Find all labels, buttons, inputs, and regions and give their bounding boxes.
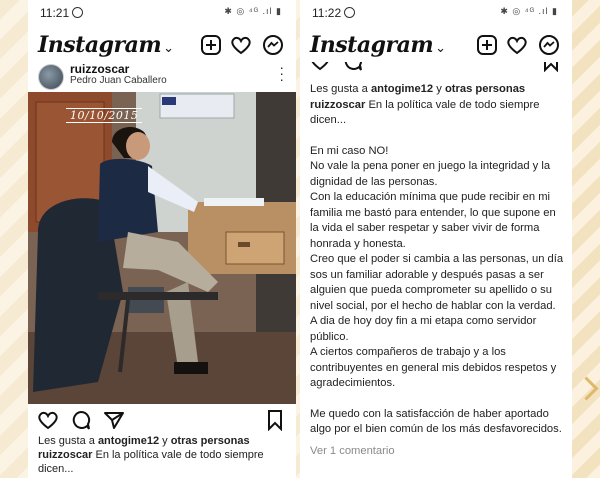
likes-line[interactable]: Les gusta a antogime12 y otras personas [38, 434, 288, 448]
bookmark-icon[interactable] [540, 62, 562, 72]
office-scene-illustration [28, 92, 296, 404]
bookmark-icon[interactable] [264, 409, 286, 431]
post-header: ruizzoscar Pedro Juan Caballero · · · [28, 60, 296, 92]
caption-expanded: Les gusta a antogime12 y otras personas … [310, 82, 564, 459]
slide-decoration [572, 0, 600, 478]
view-comments-link[interactable]: Ver 1 comentario [310, 444, 564, 460]
caption-intro: ruizzoscar En la política vale de todo s… [310, 98, 540, 127]
comment-icon[interactable] [342, 62, 364, 72]
status-time: 11:21 [40, 6, 84, 20]
caption-paragraph: Me quedo con la satisfacción de haber ap… [310, 407, 562, 436]
messenger-icon[interactable] [262, 34, 284, 56]
status-bar: 11:21 ✱ ◎ ⁴ᴳ .ıl ▮ [28, 0, 296, 24]
instagram-logo[interactable]: Instagram ⌄ [38, 32, 174, 58]
photo-date-stamp: 10/10/2015 [66, 108, 143, 123]
left-phone-screenshot: 11:21 ✱ ◎ ⁴ᴳ .ıl ▮ Instagram ⌄ ruizzoscar… [28, 0, 296, 478]
status-time: 11:22 [312, 6, 356, 20]
likes-and-caption: Les gusta a antogime12 y otras personas … [38, 434, 288, 476]
caption-paragraph: Creo que el poder si cambia a las person… [310, 253, 564, 312]
whatsapp-icon [72, 7, 84, 18]
heart-icon[interactable] [506, 34, 528, 56]
right-phone-screenshot: 11:22 ✱ ◎ ⁴ᴳ .ıl ▮ Instagram ⌄ Les gusta … [300, 0, 572, 478]
new-post-icon[interactable] [200, 34, 222, 56]
whatsapp-icon [344, 7, 356, 18]
post-photo[interactable]: 10/10/2015 [28, 92, 296, 404]
chevron-down-icon: ⌄ [435, 41, 446, 56]
post-location[interactable]: Pedro Juan Caballero [70, 75, 167, 86]
heart-icon[interactable] [230, 34, 252, 56]
share-icon[interactable] [103, 409, 125, 431]
caption: ruizzoscar En la política vale de todo s… [38, 449, 264, 475]
messenger-icon[interactable] [538, 34, 560, 56]
heart-icon[interactable] [309, 62, 331, 72]
caption-paragraph: No vale la pena poner en juego la integr… [310, 160, 551, 188]
app-header: Instagram ⌄ [28, 28, 296, 62]
app-header: Instagram ⌄ [300, 28, 572, 62]
post-actions [28, 408, 296, 432]
next-slide-chevron-icon[interactable] [574, 376, 599, 401]
status-indicators: ✱ ◎ ⁴ᴳ .ıl ▮ [224, 6, 282, 16]
caption-paragraph: A ciertos compañeros de trabajo y a los … [310, 346, 557, 389]
caption-paragraph: Con la educación mínima que pude recibir… [310, 191, 556, 250]
avatar[interactable] [38, 64, 64, 90]
likes-line[interactable]: Les gusta a antogime12 y otras personas [310, 82, 564, 98]
caption-paragraph: En mi caso NO! [310, 144, 389, 157]
new-post-icon[interactable] [476, 34, 498, 56]
status-indicators: ✱ ◎ ⁴ᴳ .ıl ▮ [500, 6, 558, 16]
status-bar: 11:22 ✱ ◎ ⁴ᴳ .ıl ▮ [300, 0, 572, 24]
post-actions-partial [300, 62, 572, 76]
caption-paragraph: A dia de hoy doy fin a mi etapa como ser… [310, 315, 537, 343]
more-options-icon[interactable]: · · · [279, 60, 284, 86]
instagram-logo[interactable]: Instagram ⌄ [310, 32, 446, 58]
chevron-down-icon: ⌄ [163, 41, 174, 56]
heart-icon[interactable] [37, 409, 59, 431]
comment-icon[interactable] [70, 409, 92, 431]
post-username[interactable]: ruizzoscar [70, 62, 129, 76]
